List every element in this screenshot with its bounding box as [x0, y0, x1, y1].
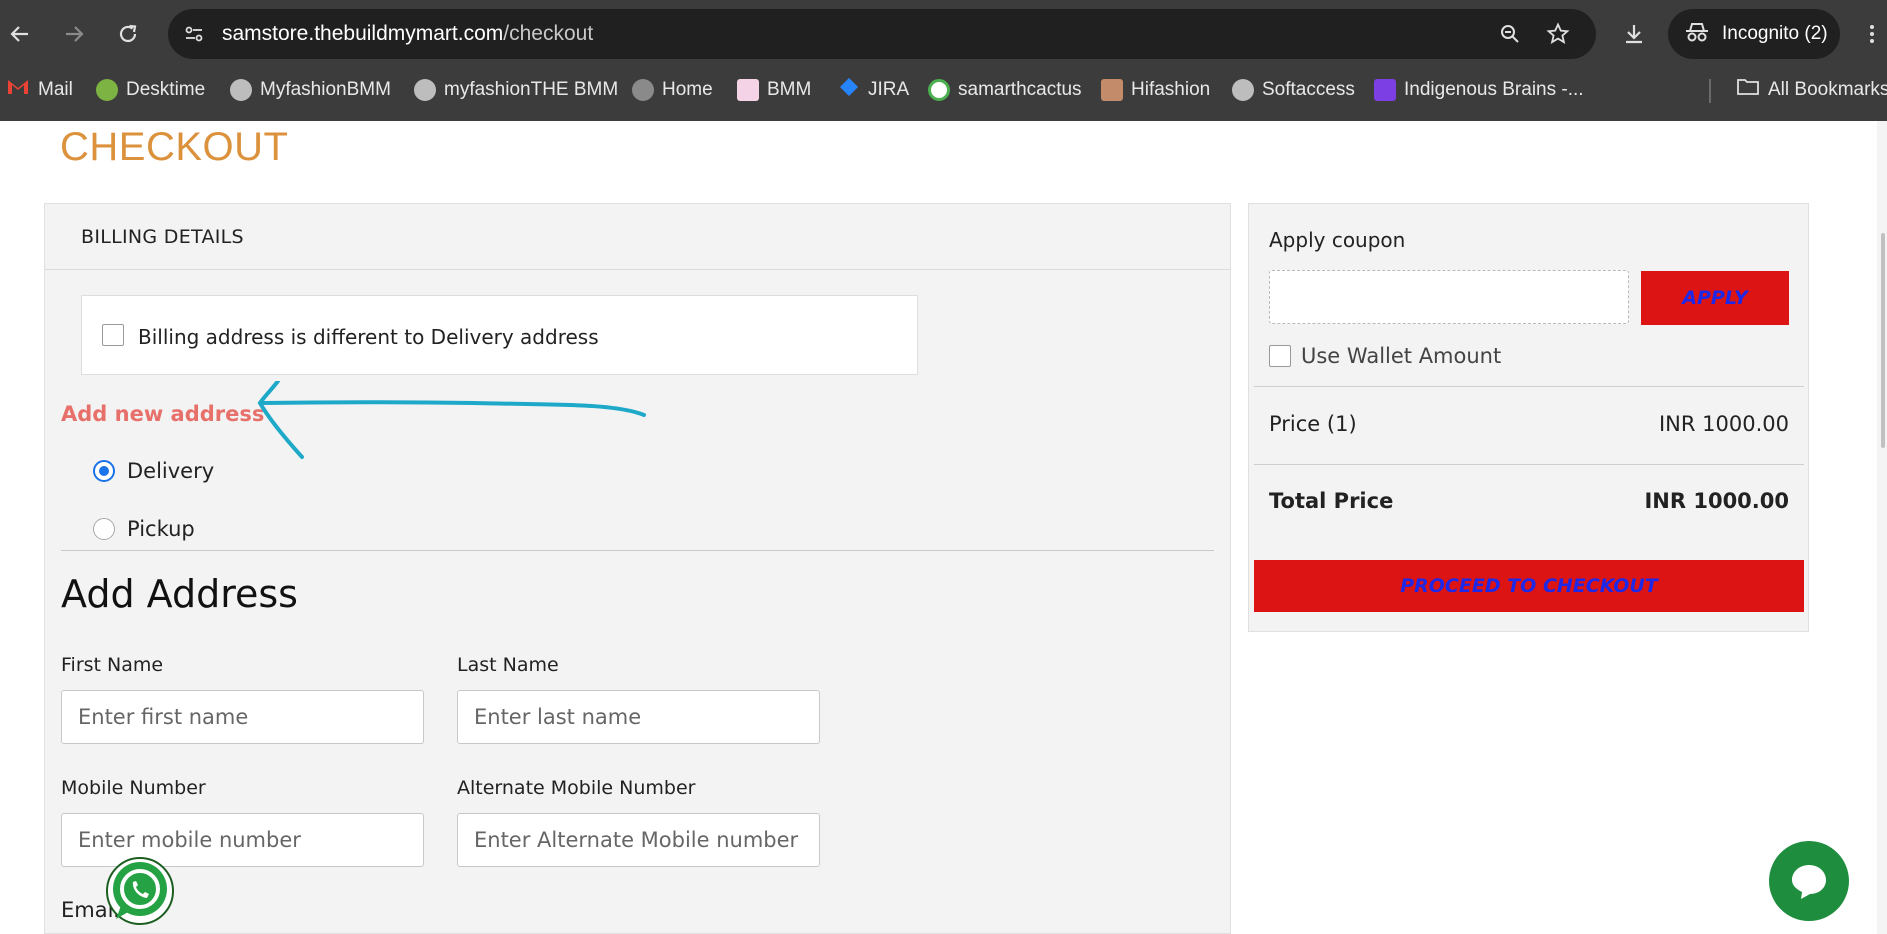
bmm-icon [737, 79, 759, 101]
bookmarks-separator [1709, 79, 1711, 103]
coupon-input[interactable] [1269, 270, 1629, 324]
total-value: INR 1000.00 [1644, 489, 1789, 513]
bookmark-myfashionthe-bmm[interactable]: myfashionTHE BMM [414, 76, 618, 104]
browser-chrome: samstore.thebuildmymart.com/checkout Inc… [0, 0, 1887, 121]
reload-icon[interactable] [108, 14, 148, 54]
last-name-input[interactable] [457, 690, 820, 744]
apply-coupon-button[interactable]: APPLY [1641, 271, 1789, 325]
forward-icon[interactable] [54, 14, 94, 54]
mobile-label: Mobile Number [61, 777, 206, 799]
section-divider [61, 550, 1214, 551]
total-row: Total Price INR 1000.00 [1269, 489, 1789, 513]
first-name-label: First Name [61, 654, 164, 676]
wallet-label: Use Wallet Amount [1301, 344, 1502, 368]
alt-mobile-label: Alternate Mobile Number [457, 777, 696, 799]
radio-pickup-label: Pickup [127, 517, 195, 541]
last-name-label: Last Name [457, 654, 559, 676]
bookmark-desktime[interactable]: Desktime [96, 76, 205, 104]
hifashion-icon [1101, 79, 1123, 101]
add-new-address-link[interactable]: Add new address [61, 402, 264, 426]
different-billing-label: Billing address is different to Delivery… [138, 325, 599, 349]
radio-delivery[interactable]: Delivery [93, 459, 214, 483]
bookmark-home[interactable]: Home [632, 76, 713, 104]
globe-icon [632, 79, 654, 101]
folder-icon [1736, 77, 1760, 103]
alt-mobile-input[interactable] [457, 813, 820, 867]
bookmark-softaccess[interactable]: Softaccess [1232, 76, 1355, 104]
gmail-icon [6, 78, 30, 102]
bookmarks-bar: Mail Desktime MyfashionBMM myfashionTHE … [0, 70, 1887, 108]
url-path: /checkout [503, 22, 594, 45]
bookmark-jira[interactable]: JIRA [838, 76, 909, 104]
bookmark-mail[interactable]: Mail [6, 76, 73, 104]
globe-icon [414, 79, 436, 101]
radio-delivery-label: Delivery [127, 459, 215, 483]
radio-pickup-button[interactable] [93, 518, 115, 540]
all-bookmarks[interactable]: All Bookmarks [1736, 76, 1887, 104]
browser-menu-icon[interactable] [1858, 14, 1886, 54]
bookmark-star-icon[interactable] [1544, 20, 1572, 48]
annotation-arrow [257, 381, 646, 459]
radio-delivery-button[interactable] [93, 460, 115, 482]
site-settings-icon[interactable] [180, 20, 208, 48]
radio-pickup[interactable]: Pickup [93, 517, 195, 541]
summary-divider [1254, 464, 1804, 465]
globe-icon [1232, 79, 1254, 101]
zoom-icon[interactable] [1496, 20, 1524, 48]
billing-header: BILLING DETAILS [45, 204, 1230, 270]
desktime-icon [96, 79, 118, 101]
back-icon[interactable] [0, 14, 40, 54]
address-bar[interactable]: samstore.thebuildmymart.com/checkout [168, 9, 1596, 59]
coupon-label: Apply coupon [1269, 228, 1406, 252]
bookmark-indigenous-brains[interactable]: Indigenous Brains -... [1374, 76, 1584, 104]
add-address-heading: Add Address [61, 572, 298, 616]
different-billing-option: Billing address is different to Delivery… [81, 295, 918, 375]
different-billing-checkbox[interactable] [102, 324, 124, 346]
bookmark-hifashion[interactable]: Hifashion [1101, 76, 1210, 104]
wallet-checkbox[interactable] [1269, 345, 1291, 367]
checkout-page: CHECKOUT BILLING DETAILS Billing address… [0, 121, 1887, 934]
price-label: Price (1) [1269, 412, 1357, 436]
price-row: Price (1) INR 1000.00 [1269, 412, 1789, 436]
price-value: INR 1000.00 [1658, 412, 1789, 436]
cactus-icon [928, 79, 950, 101]
proceed-to-checkout-button[interactable]: PROCEED TO CHECKOUT [1254, 560, 1804, 612]
chat-button[interactable] [1769, 841, 1849, 921]
incognito-indicator[interactable]: Incognito (2) [1668, 9, 1840, 59]
chat-bubble-icon [1792, 865, 1826, 899]
download-icon[interactable] [1614, 14, 1654, 54]
url-text[interactable]: samstore.thebuildmymart.com/checkout [222, 22, 593, 46]
bookmark-myfashionbmm[interactable]: MyfashionBMM [230, 76, 391, 104]
bookmark-bmm[interactable]: BMM [737, 76, 811, 104]
wallet-option: Use Wallet Amount [1269, 344, 1501, 368]
total-label: Total Price [1269, 489, 1394, 513]
bookmark-samarthcactus[interactable]: samarthcactus [928, 76, 1082, 104]
whatsapp-icon [106, 857, 174, 925]
page-scrollbar[interactable] [1877, 121, 1887, 934]
first-name-input[interactable] [61, 690, 424, 744]
scrollbar-thumb[interactable] [1881, 233, 1885, 448]
summary-divider [1254, 386, 1804, 387]
order-summary-panel: Apply coupon APPLY Use Wallet Amount Pri… [1248, 203, 1809, 632]
incognito-icon [1684, 21, 1710, 47]
incognito-label: Incognito (2) [1722, 23, 1828, 44]
indigenous-icon [1374, 79, 1396, 101]
jira-icon [838, 76, 860, 104]
page-title: CHECKOUT [60, 125, 289, 169]
globe-icon [230, 79, 252, 101]
url-host: samstore.thebuildmymart.com [222, 22, 504, 45]
billing-panel: BILLING DETAILS Billing address is diffe… [44, 203, 1231, 934]
whatsapp-button[interactable] [102, 853, 180, 931]
